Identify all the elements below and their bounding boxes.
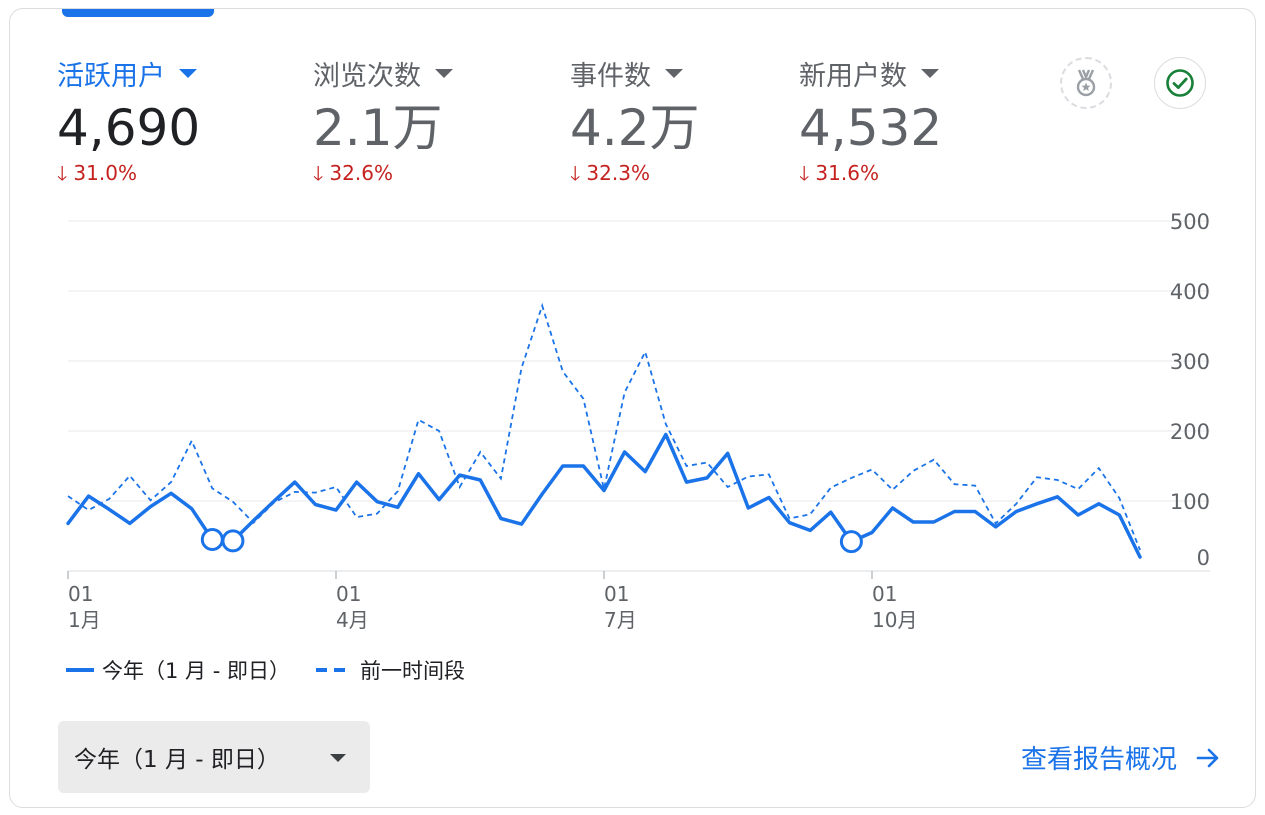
x-tick-day: 01: [68, 582, 93, 606]
arrow-right-icon: [1196, 748, 1219, 767]
y-tick-label: 0: [1197, 546, 1210, 570]
line-chart: 0100200300400500 011月014月017月0110月: [66, 210, 1210, 632]
legend-dashed-swatch: [315, 668, 352, 672]
annotation-marker[interactable]: [221, 529, 245, 553]
y-tick-label: 500: [1170, 210, 1210, 234]
view-report-link[interactable]: 查看报告概况: [1021, 739, 1221, 776]
legend-solid-swatch: [66, 668, 94, 672]
y-tick-label: 100: [1170, 490, 1210, 514]
caret-down-icon: [330, 754, 346, 762]
legend-label-previous: 前一时间段: [359, 659, 465, 683]
x-tick-day: 01: [336, 582, 361, 606]
date-range-dropdown[interactable]: 今年（1 月 - 即日）: [58, 721, 370, 793]
x-tick-day: 01: [872, 582, 897, 606]
y-tick-label: 200: [1170, 420, 1210, 444]
x-tick-day: 01: [604, 582, 629, 606]
chart-legend: 今年（1 月 - 即日） 前一时间段: [66, 655, 491, 685]
y-tick-label: 300: [1170, 350, 1210, 374]
view-report-label: 查看报告概况: [1020, 745, 1177, 775]
legend-item-current[interactable]: 今年（1 月 - 即日）: [66, 655, 290, 685]
y-tick-label: 400: [1170, 280, 1210, 304]
date-range-label: 今年（1 月 - 即日）: [74, 747, 280, 773]
legend-item-previous[interactable]: 前一时间段: [315, 655, 465, 685]
x-tick-month: 7月: [604, 608, 637, 632]
annotation-marker[interactable]: [839, 530, 863, 554]
analytics-card: 活跃用户 4,690 🡓 31.0% 浏览次数 2.1万 🡓 32.6% 事件数 4…: [9, 8, 1256, 808]
x-tick-month: 1月: [68, 608, 101, 632]
x-tick-month: 10月: [872, 608, 917, 632]
x-tick-month: 4月: [336, 608, 369, 632]
legend-label-current: 今年（1 月 - 即日）: [102, 659, 290, 683]
annotation-marker[interactable]: [200, 528, 224, 551]
